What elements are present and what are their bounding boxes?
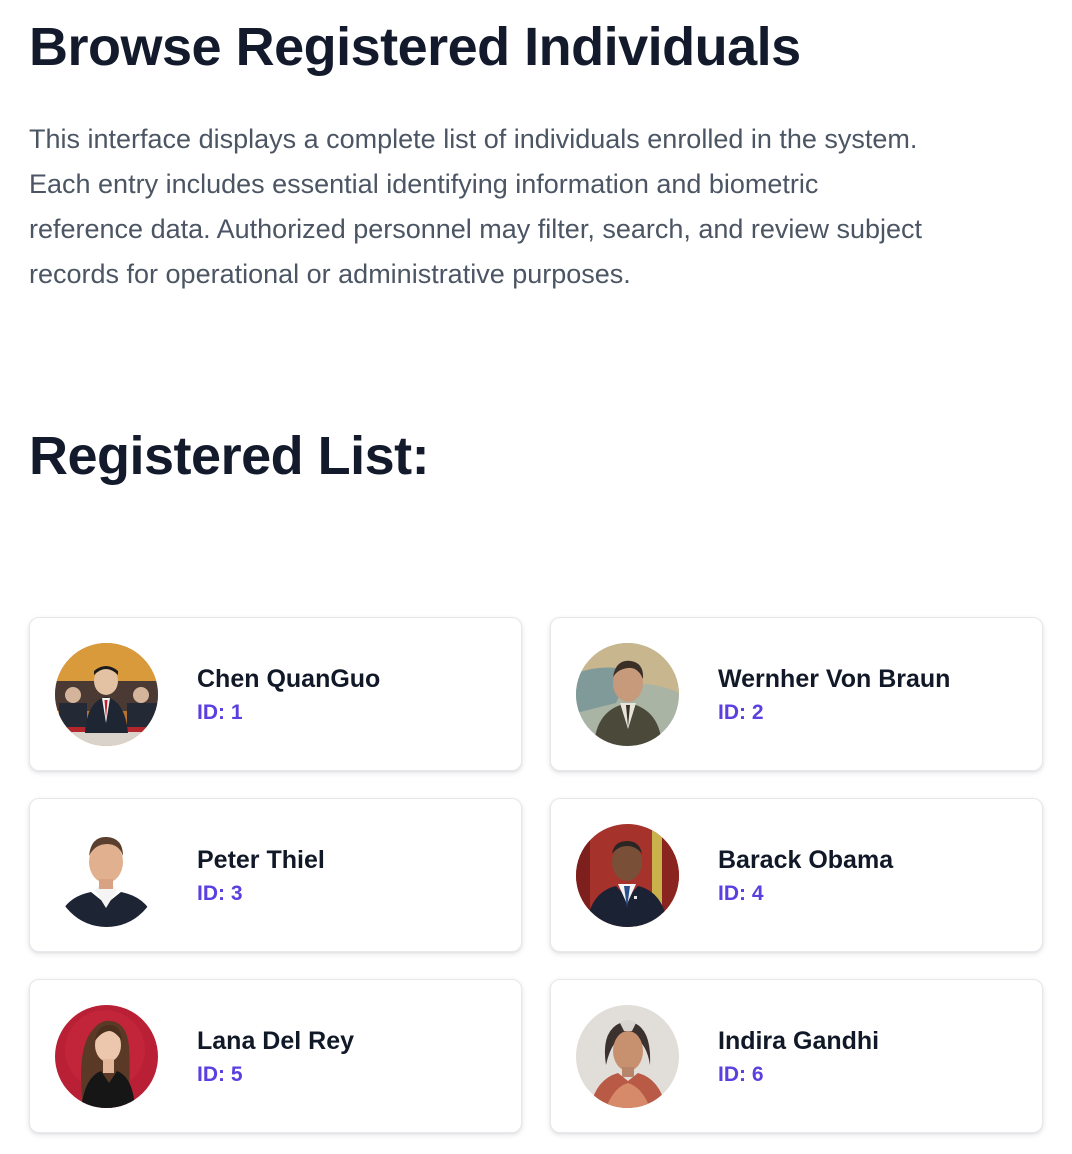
person-id: ID: 4: [718, 882, 764, 905]
person-id: ID: 5: [197, 1063, 243, 1086]
person-id: ID: 6: [718, 1063, 764, 1086]
avatar: [576, 643, 679, 746]
person-name: Indira Gandhi: [718, 1027, 880, 1055]
person-name: Chen QuanGuo: [197, 665, 381, 693]
person-card[interactable]: Indira Gandhi ID: 6: [550, 979, 1043, 1133]
page-title: Browse Registered Individuals: [29, 17, 801, 77]
person-card[interactable]: Barack Obama ID: 4: [550, 798, 1043, 952]
page: Browse Registered Individuals This inter…: [0, 0, 1072, 1154]
person-name: Lana Del Rey: [197, 1027, 355, 1055]
avatar: [576, 1005, 679, 1108]
person-name: Wernher Von Braun: [718, 665, 951, 693]
person-id: ID: 2: [718, 701, 764, 724]
person-id: ID: 1: [197, 701, 243, 724]
person-card[interactable]: Peter Thiel ID: 3: [29, 798, 522, 952]
person-id: ID: 3: [197, 882, 243, 905]
registered-list-heading: Registered List:: [29, 426, 430, 486]
person-name: Barack Obama: [718, 846, 894, 874]
people-grid: Chen QuanGuo ID: 1 Wernher Von Braun ID:…: [29, 617, 1043, 1133]
avatar: [576, 824, 679, 927]
page-description: This interface displays a complete list …: [29, 124, 922, 289]
person-card[interactable]: Wernher Von Braun ID: 2: [550, 617, 1043, 771]
avatar: [55, 643, 158, 746]
avatar: [55, 1005, 158, 1108]
person-card[interactable]: Chen QuanGuo ID: 1: [29, 617, 522, 771]
avatar: [55, 824, 158, 927]
person-name: Peter Thiel: [197, 846, 325, 874]
person-card[interactable]: Lana Del Rey ID: 5: [29, 979, 522, 1133]
